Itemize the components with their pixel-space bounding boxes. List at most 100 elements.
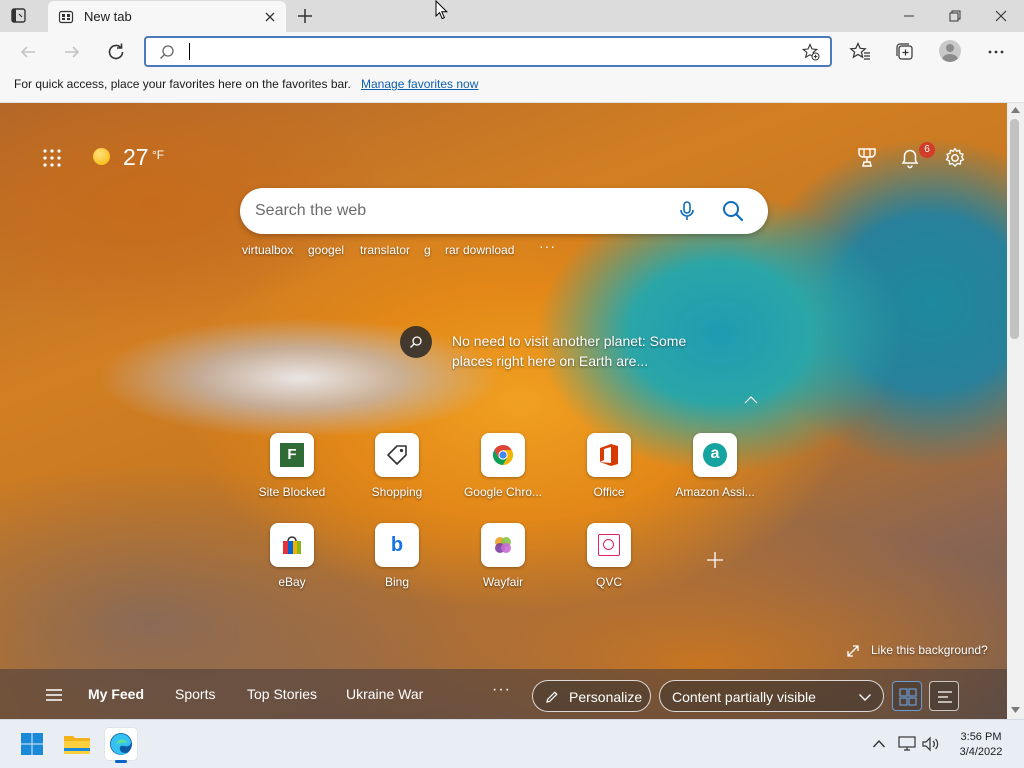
clock-date: 3/4/2022	[959, 746, 1003, 758]
grid-layout-button[interactable]	[892, 681, 922, 711]
restore-button[interactable]	[932, 0, 978, 32]
search-suggestion[interactable]: g	[424, 243, 431, 257]
feed-tab-my-feed[interactable]: My Feed	[88, 686, 144, 702]
minimize-button[interactable]	[886, 0, 932, 32]
weather-temperature[interactable]: 27	[123, 144, 149, 171]
like-background-link[interactable]: Like this background?	[846, 643, 988, 657]
close-window-button[interactable]	[978, 0, 1024, 32]
search-suggestion[interactable]: virtualbox	[242, 243, 293, 257]
manage-favorites-link[interactable]: Manage favorites now	[361, 77, 478, 91]
quick-link-tile[interactable]: a Amazon Assi...	[665, 433, 765, 499]
chrome-icon	[481, 433, 525, 477]
more-options-icon[interactable]	[985, 41, 1007, 63]
scroll-down-arrow-icon[interactable]	[1011, 707, 1020, 713]
quick-link-label: eBay	[278, 575, 306, 589]
address-bar[interactable]	[144, 36, 832, 67]
background-search-button[interactable]	[400, 326, 432, 358]
more-suggestions-button[interactable]: ···	[539, 238, 556, 254]
hamburger-menu-icon[interactable]	[45, 688, 63, 702]
web-search-box[interactable]: Search the web	[240, 188, 768, 234]
search-suggestion[interactable]: translator	[360, 243, 410, 257]
quick-link-tile[interactable]: QVC	[559, 523, 659, 589]
search-suggestion[interactable]: googel	[308, 243, 344, 257]
quick-link-label: Amazon Assi...	[675, 485, 755, 499]
text-cursor	[189, 43, 190, 60]
feed-tab-ukraine-war[interactable]: Ukraine War	[346, 686, 423, 702]
favorites-bar: For quick access, place your favorites h…	[0, 72, 1024, 103]
scroll-up-arrow-icon[interactable]	[1011, 107, 1020, 113]
collections-icon[interactable]	[894, 41, 916, 63]
edge-logo-icon	[110, 733, 132, 755]
feed-tab-sports[interactable]: Sports	[175, 686, 215, 702]
content-visibility-dropdown[interactable]: Content partially visible	[659, 680, 884, 712]
tab-actions-button[interactable]	[10, 7, 28, 25]
sun-icon[interactable]	[93, 148, 110, 165]
add-favorite-icon[interactable]	[802, 43, 820, 61]
search-suggestion[interactable]: rar download	[445, 243, 514, 257]
rewards-trophy-icon[interactable]	[857, 147, 877, 169]
list-layout-icon	[938, 691, 952, 703]
system-clock[interactable]: 3:56 PM 3/4/2022	[948, 730, 1014, 760]
quick-link-label: Google Chro...	[463, 485, 543, 499]
page-settings-gear-icon[interactable]	[944, 147, 966, 169]
favorites-icon[interactable]	[849, 41, 871, 63]
background-story-caption[interactable]: No need to visit another planet: Some pl…	[452, 331, 702, 371]
active-app-indicator	[115, 760, 127, 763]
new-tab-button[interactable]	[294, 5, 316, 27]
quick-link-tile[interactable]: Google Chro...	[453, 433, 553, 499]
title-bar: New tab	[0, 0, 1024, 32]
quick-link-tile[interactable]: eBay	[242, 523, 342, 589]
news-feed-bar: My Feed Sports Top Stories Ukraine War ·…	[0, 669, 1007, 719]
start-button[interactable]	[16, 728, 48, 760]
file-explorer-button[interactable]	[61, 728, 93, 760]
new-tab-page-icon	[58, 10, 74, 24]
close-tab-icon[interactable]	[262, 9, 278, 25]
notification-count-badge: 6	[919, 142, 935, 158]
windows-logo-icon	[21, 733, 43, 755]
notifications-bell-icon[interactable]	[900, 147, 920, 169]
weather-unit: °F	[152, 148, 165, 162]
expand-icon	[847, 645, 859, 657]
refresh-icon	[108, 43, 124, 60]
show-hidden-icons-chevron-icon[interactable]	[872, 739, 886, 749]
app-launcher-icon[interactable]	[42, 148, 62, 168]
quick-link-tile[interactable]: Office	[559, 433, 659, 499]
forward-button[interactable]	[60, 40, 84, 64]
quick-link-label: Shopping	[371, 485, 423, 499]
more-feed-tabs-button[interactable]: ···	[492, 681, 511, 699]
quick-link-tile[interactable]: F Site Blocked	[242, 433, 342, 499]
search-icon	[410, 336, 422, 348]
feed-tab-top-stories[interactable]: Top Stories	[247, 686, 317, 702]
network-icon[interactable]	[898, 736, 916, 752]
grid-layout-icon	[899, 688, 917, 706]
office-icon	[587, 433, 631, 477]
forward-arrow-icon	[65, 46, 80, 58]
tab-new-tab[interactable]: New tab	[48, 1, 286, 32]
clock-time: 3:56 PM	[960, 731, 1002, 743]
search-submit-icon[interactable]	[721, 199, 745, 223]
bing-icon: b	[375, 523, 419, 567]
volume-icon[interactable]	[922, 736, 940, 752]
scrollbar-thumb[interactable]	[1010, 119, 1019, 339]
plus-icon	[298, 9, 312, 23]
chevron-up-icon[interactable]	[743, 395, 759, 405]
mouse-pointer-icon	[435, 0, 449, 20]
quick-link-tile[interactable]: Shopping	[347, 433, 447, 499]
profile-avatar[interactable]	[939, 40, 961, 62]
list-layout-button[interactable]	[929, 681, 959, 711]
back-arrow-icon	[20, 46, 35, 58]
refresh-button[interactable]	[104, 40, 128, 64]
voice-search-mic-icon[interactable]	[679, 200, 695, 222]
quick-link-tile[interactable]: b Bing	[347, 523, 447, 589]
quick-link-tile[interactable]: Wayfair	[453, 523, 553, 589]
add-quick-link-icon[interactable]	[704, 549, 726, 571]
page-scrollbar[interactable]	[1007, 103, 1024, 719]
folder-icon	[64, 736, 90, 754]
shopping-tag-icon	[375, 433, 419, 477]
amazon-icon: a	[693, 433, 737, 477]
personalize-button[interactable]: Personalize	[532, 680, 651, 712]
back-button[interactable]	[16, 40, 40, 64]
restore-icon	[949, 10, 961, 22]
edge-taskbar-button[interactable]	[105, 728, 137, 763]
close-icon	[995, 10, 1007, 22]
